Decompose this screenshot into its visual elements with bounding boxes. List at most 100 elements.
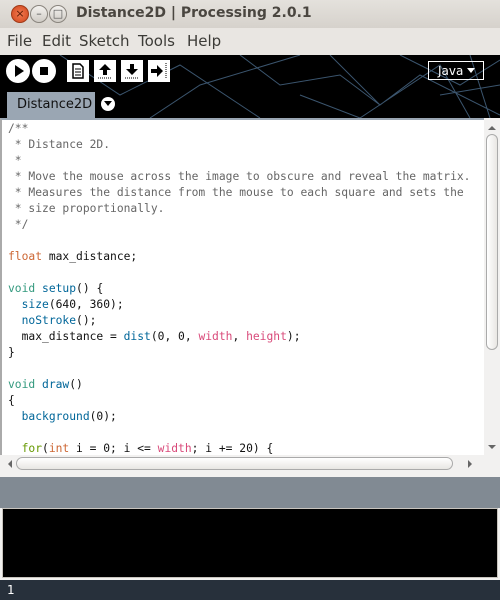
code-token-plain: () {: [76, 282, 104, 295]
code-token-plain: ; i += 20) {: [191, 442, 274, 455]
code-token-plain: {: [8, 394, 15, 407]
code-line: for(int i = 0; i <= width; i += 20) {: [8, 441, 484, 455]
code-token-plain: i = 0; i <=: [69, 442, 158, 455]
code-token-plain: (640, 360);: [48, 298, 124, 311]
code-token-plain: max_distance =: [8, 330, 124, 343]
export-button[interactable]: [148, 60, 170, 82]
code-token-plain: (0);: [89, 410, 117, 423]
code-editor[interactable]: /** * Distance 2D. * * Move the mouse ac…: [0, 118, 484, 455]
menu-tools[interactable]: Tools: [138, 32, 175, 50]
menu-edit[interactable]: Edit: [42, 32, 71, 50]
code-line: /**: [8, 121, 484, 137]
stop-icon: [40, 67, 48, 75]
code-text[interactable]: /** * Distance 2D. * * Move the mouse ac…: [2, 120, 484, 455]
code-token-plain: (0, 0,: [150, 330, 199, 343]
code-token-comment: */: [8, 218, 29, 231]
code-line: float max_distance;: [8, 249, 484, 265]
code-token-control: for: [21, 442, 43, 455]
vertical-scroll-thumb[interactable]: [486, 134, 498, 350]
code-token-constant: width: [157, 442, 192, 455]
line-number: 1: [7, 583, 15, 597]
status-bar: 1: [0, 580, 500, 600]
close-window-button[interactable]: ×: [11, 5, 29, 23]
play-icon: [15, 65, 24, 77]
stop-button[interactable]: [32, 59, 56, 83]
code-token-plain: ,: [232, 330, 247, 343]
console[interactable]: [2, 508, 498, 578]
tab-distance2d[interactable]: Distance2D: [7, 92, 95, 118]
code-line: * size proportionally.: [8, 201, 484, 217]
menu-sketch[interactable]: Sketch: [79, 32, 130, 50]
new-button[interactable]: [67, 60, 89, 82]
code-line: * Distance 2D.: [8, 137, 484, 153]
code-token-comment: * Distance 2D.: [8, 138, 111, 151]
tab-label: Distance2D: [17, 97, 93, 112]
code-token-constant: width: [198, 330, 233, 343]
code-line: noStroke();: [8, 313, 484, 329]
code-token-constant: height: [246, 330, 287, 343]
code-line: {: [8, 393, 484, 409]
open-button[interactable]: [94, 60, 116, 82]
menu-file[interactable]: File: [7, 32, 32, 50]
code-line: * Move the mouse across the image to obs…: [8, 169, 484, 185]
code-line: void setup() {: [8, 281, 484, 297]
code-token-function: background: [21, 410, 90, 423]
code-token-function: draw: [42, 378, 70, 391]
code-line: * Measures the distance from the mouse t…: [8, 185, 484, 201]
scroll-right-arrow-icon[interactable]: [468, 460, 476, 468]
code-line: void draw(): [8, 377, 484, 393]
menu-bar: File Edit Sketch Tools Help: [0, 28, 500, 55]
code-token-plain: }: [8, 346, 15, 359]
code-token-void: void: [8, 378, 36, 391]
maximize-window-button[interactable]: □: [49, 5, 67, 23]
code-token-plain: );: [286, 330, 301, 343]
code-token-comment: * Move the mouse across the image to obs…: [8, 170, 471, 183]
horizontal-scrollbar[interactable]: [0, 455, 500, 475]
code-token-function: size: [21, 298, 49, 311]
code-line: }: [8, 345, 484, 361]
code-token-comment: * size proportionally.: [8, 202, 165, 215]
code-token-plain: max_distance;: [42, 250, 138, 263]
dropdown-arrow-icon: [467, 68, 475, 77]
scroll-left-arrow-icon[interactable]: [4, 460, 12, 468]
toolbar: Java Distance2D: [0, 55, 500, 118]
code-token-function: setup: [42, 282, 77, 295]
code-line: background(0);: [8, 409, 484, 425]
mode-label: Java: [438, 64, 464, 78]
title-bar: × – □ Distance2D | Processing 2.0.1: [0, 0, 500, 28]
mode-selector[interactable]: Java: [428, 61, 484, 80]
minimize-window-button[interactable]: –: [30, 5, 48, 23]
vertical-scrollbar[interactable]: [484, 118, 500, 455]
export-arrow-icon: [151, 63, 167, 79]
code-token-void: void: [8, 282, 36, 295]
code-line: */: [8, 217, 484, 233]
code-token-function: noStroke: [21, 314, 77, 327]
code-line: *: [8, 153, 484, 169]
horizontal-scroll-thumb[interactable]: [16, 457, 453, 470]
run-button[interactable]: [6, 59, 30, 83]
code-token-plain: (: [42, 442, 49, 455]
code-token-plain: (): [69, 378, 83, 391]
code-line: size(640, 360);: [8, 297, 484, 313]
scroll-up-arrow-icon[interactable]: [488, 122, 496, 130]
scroll-down-arrow-icon[interactable]: [488, 445, 496, 453]
tab-menu-button[interactable]: [101, 97, 115, 111]
code-token-plain: ();: [76, 314, 97, 327]
code-token-function: dist: [123, 330, 151, 343]
code-token-comment: /**: [8, 122, 29, 135]
download-arrow-icon: [125, 64, 139, 79]
menu-help[interactable]: Help: [187, 32, 221, 50]
code-token-keyword: int: [48, 442, 70, 455]
save-button[interactable]: [121, 60, 143, 82]
upload-arrow-icon: [98, 64, 112, 79]
code-token-comment: * Measures the distance from the mouse t…: [8, 186, 464, 199]
